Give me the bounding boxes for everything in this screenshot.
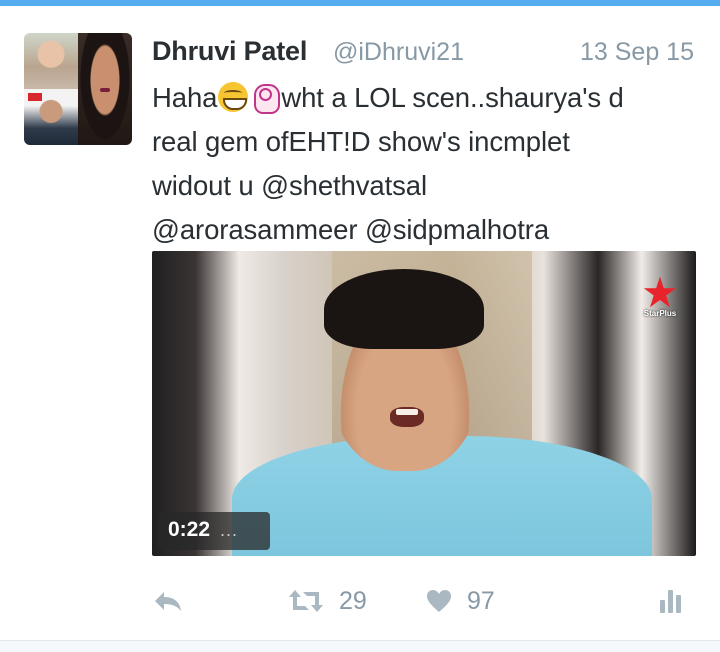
retweet-button[interactable]: 29 <box>287 581 367 621</box>
like-count: 97 <box>467 586 495 615</box>
grinning-face-icon <box>218 82 249 112</box>
reply-button[interactable] <box>152 581 184 621</box>
tweet-text-line-3[interactable]: widout u @shethvatsal <box>152 164 712 208</box>
tweet-date[interactable]: 13 Sep 15 <box>580 38 694 67</box>
tweet-text-line-4[interactable]: @arorasammeer @sidpmalhotra <box>152 208 712 252</box>
heart-icon <box>427 590 451 612</box>
video-dots: ... <box>220 520 239 540</box>
timeline-divider <box>0 640 720 652</box>
video-player[interactable]: ★ StarPlus <box>152 251 696 556</box>
channel-logo-text: StarPlus <box>643 309 677 318</box>
tweet-text-line-2: real gem ofEHT!D show's incmplet <box>152 126 570 157</box>
avatar-photo-2 <box>78 33 132 145</box>
tweet-text-segment: wht a LOL scen..shaurya's d <box>281 82 624 113</box>
video-duration: 0:22 <box>168 518 211 541</box>
analytics-button[interactable] <box>658 581 688 621</box>
avatar-photo-1 <box>24 33 78 89</box>
video-duration-badge: 0:22... <box>158 512 270 550</box>
avatar[interactable] <box>24 33 132 145</box>
video-figure-mouth <box>390 407 424 427</box>
tweet[interactable]: Dhruvi Patel @iDhruvi21 13 Sep 15 Haha wh… <box>0 6 720 640</box>
analytics-icon <box>660 590 681 613</box>
star-logo-icon: ★ <box>641 269 679 316</box>
tweet-text-segment: Haha <box>152 82 218 113</box>
avatar-photo-3 <box>24 89 78 145</box>
ok-hand-icon <box>250 82 281 114</box>
reply-icon <box>155 592 181 611</box>
author-name[interactable]: Dhruvi Patel <box>152 36 307 67</box>
retweet-icon <box>289 590 323 612</box>
author-handle[interactable]: @iDhruvi21 <box>333 38 464 67</box>
like-button[interactable]: 97 <box>425 581 495 621</box>
channel-logo: ★ StarPlus <box>638 269 682 323</box>
tweet-actions: 29 97 <box>152 581 696 621</box>
video-figure-hair <box>324 269 484 349</box>
tweet-text-line-1: Haha wht a LOL scen..shaurya's d <box>152 76 712 120</box>
tweet-text: Haha wht a LOL scen..shaurya's d real gem… <box>152 76 712 252</box>
retweet-count: 29 <box>339 586 367 615</box>
